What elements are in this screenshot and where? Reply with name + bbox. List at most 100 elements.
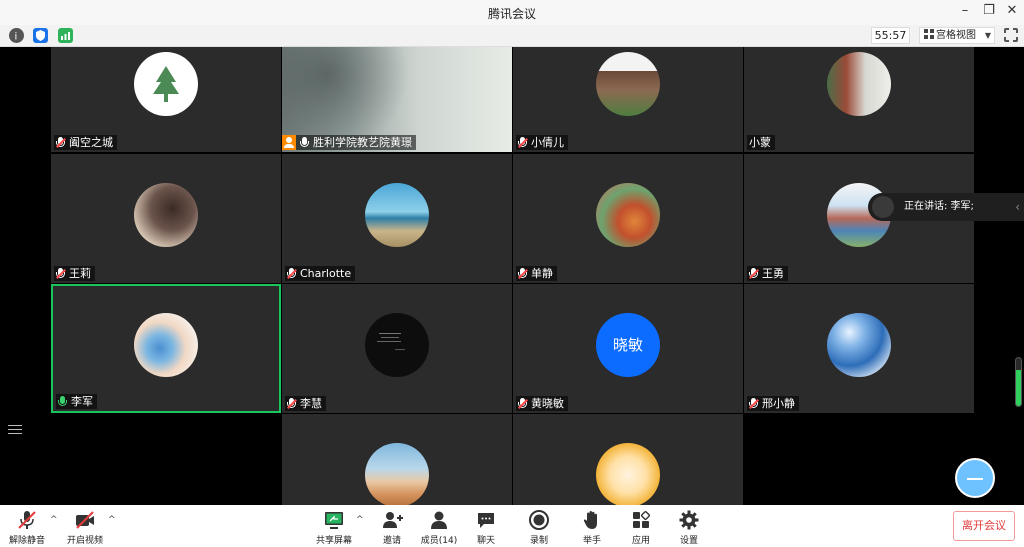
current-speaker-text: 正在讲话: 李军; [904, 201, 974, 212]
participant-name: 单静 [531, 267, 553, 280]
video-off-icon [76, 511, 94, 529]
participant-list-toggle-icon[interactable] [8, 425, 22, 437]
participant-tile[interactable]: 胜利学院教艺院黄璟 [282, 47, 512, 152]
mic-muted-icon [749, 397, 759, 410]
participant-label: 小蒙 [747, 135, 775, 150]
apps-button[interactable]: 应用 [627, 509, 655, 546]
status-bar: i 55:57 宫格视图 ▼ [0, 25, 1024, 47]
volume-level-bar [1015, 357, 1022, 407]
avatar [596, 51, 660, 116]
minimize-icon[interactable]: – [956, 3, 974, 18]
avatar [365, 442, 429, 505]
mic-muted-icon [749, 267, 759, 280]
settings-label: 设置 [679, 536, 698, 546]
mic-muted-icon [56, 136, 66, 149]
bottom-toolbar: 解除静音 ^ 开启视频 ^ 共享屏幕 ^ 邀请 成员(14) 聊天 录制 举手 … [0, 505, 1024, 547]
participant-label: 李慧 [285, 396, 326, 411]
gear-icon [679, 510, 699, 530]
host-icon [282, 135, 296, 150]
video-options-chevron-icon[interactable]: ^ [108, 515, 116, 525]
participant-tile[interactable]: 单静 [513, 154, 743, 283]
leave-meeting-button[interactable]: 离开会议 [953, 511, 1015, 541]
share-options-chevron-icon[interactable]: ^ [356, 515, 364, 525]
unmute-button[interactable]: 解除静音 [8, 509, 46, 546]
participant-name: 黄晓敏 [531, 397, 564, 410]
participant-tile-active[interactable]: 李军 [51, 284, 281, 413]
participant-label: 王莉 [54, 266, 95, 281]
audio-options-chevron-icon[interactable]: ^ [50, 515, 58, 525]
participant-label: 王勇 [747, 266, 788, 281]
unmute-label: 解除静音 [8, 536, 45, 546]
participant-name: 王莉 [69, 267, 91, 280]
members-label: 成员(14) [420, 536, 458, 546]
participant-label: 单静 [516, 266, 557, 281]
view-mode-label: 宫格视图 [936, 30, 976, 41]
mic-muted-icon [18, 511, 36, 529]
invite-label: 邀请 [382, 536, 401, 546]
participant-tile[interactable]: 阖空之城 [51, 47, 281, 152]
avatar [827, 312, 891, 377]
avatar [596, 442, 660, 505]
participant-tile[interactable]: 王莉 [51, 154, 281, 283]
participant-tile[interactable] [513, 414, 743, 505]
mic-on-icon [300, 136, 309, 149]
avatar-initials: 晓敏 [596, 312, 660, 377]
participant-name: 王勇 [762, 267, 784, 280]
start-video-button[interactable]: 开启视频 [66, 509, 104, 546]
participant-name: 李军 [71, 395, 93, 408]
video-grid: 阖空之城 胜利学院教艺院黄璟 小倩儿 小蒙 王莉 Charlotte 单静 王勇… [0, 47, 1024, 505]
members-icon [431, 511, 447, 529]
avatar [134, 312, 198, 377]
avatar [134, 182, 198, 247]
chevron-left-icon: ‹ [1015, 200, 1020, 214]
record-icon [529, 510, 549, 530]
avatar [365, 182, 429, 247]
participant-name: Charlotte [300, 267, 352, 280]
close-icon[interactable]: ✕ [1003, 3, 1021, 18]
raise-hand-label: 举手 [582, 536, 601, 546]
settings-button[interactable]: 设置 [675, 509, 703, 546]
chat-button[interactable]: 聊天 [472, 509, 500, 546]
participant-label: 阖空之城 [54, 135, 117, 150]
share-screen-icon [325, 512, 343, 529]
participant-tile[interactable]: 小蒙 [744, 47, 974, 152]
chevron-down-icon: ▼ [984, 31, 991, 40]
participant-name: 小蒙 [749, 136, 771, 149]
participant-tile[interactable]: 晓敏 黄晓敏 [513, 284, 743, 413]
participant-name: 邢小静 [762, 397, 795, 410]
mic-speaking-icon [58, 395, 67, 408]
view-mode-dropdown[interactable]: 宫格视图 ▼ [919, 27, 995, 44]
current-speaker-indicator[interactable]: 正在讲话: 李军; ‹ [868, 193, 1024, 221]
shield-icon[interactable] [33, 28, 48, 43]
signal-icon[interactable] [58, 28, 73, 43]
participant-tile[interactable]: 李慧 [282, 284, 512, 413]
members-button[interactable]: 成员(14) [420, 509, 458, 546]
participant-tile[interactable]: 小倩儿 [513, 47, 743, 152]
participant-name: 小倩儿 [531, 136, 564, 149]
avatar [134, 51, 198, 116]
participant-tile[interactable]: 邢小静 [744, 284, 974, 413]
participant-tile[interactable]: Charlotte [282, 154, 512, 283]
fullscreen-icon[interactable] [1004, 28, 1018, 42]
avatar [827, 51, 891, 116]
hand-icon [583, 511, 597, 529]
chat-label: 聊天 [476, 536, 495, 546]
invite-button[interactable]: 邀请 [378, 509, 406, 546]
share-screen-label: 共享屏幕 [316, 536, 353, 546]
participant-name: 胜利学院教艺院黄璟 [313, 136, 412, 149]
mic-muted-icon [287, 267, 297, 280]
participant-tile[interactable] [282, 414, 512, 505]
mic-muted-icon [56, 267, 66, 280]
record-button[interactable]: 录制 [525, 509, 553, 546]
raise-hand-button[interactable]: 举手 [578, 509, 606, 546]
mic-muted-icon [518, 267, 528, 280]
info-icon[interactable]: i [9, 28, 24, 43]
participant-label: 胜利学院教艺院黄璟 [282, 135, 416, 150]
invite-user-icon [383, 512, 403, 528]
mic-muted-icon [287, 397, 297, 410]
meeting-timer: 55:57 [871, 27, 910, 44]
share-screen-button[interactable]: 共享屏幕 [316, 509, 352, 546]
floating-assistant-button[interactable] [955, 458, 995, 498]
restore-icon[interactable]: ❐ [980, 3, 998, 18]
grid-icon [924, 29, 934, 39]
